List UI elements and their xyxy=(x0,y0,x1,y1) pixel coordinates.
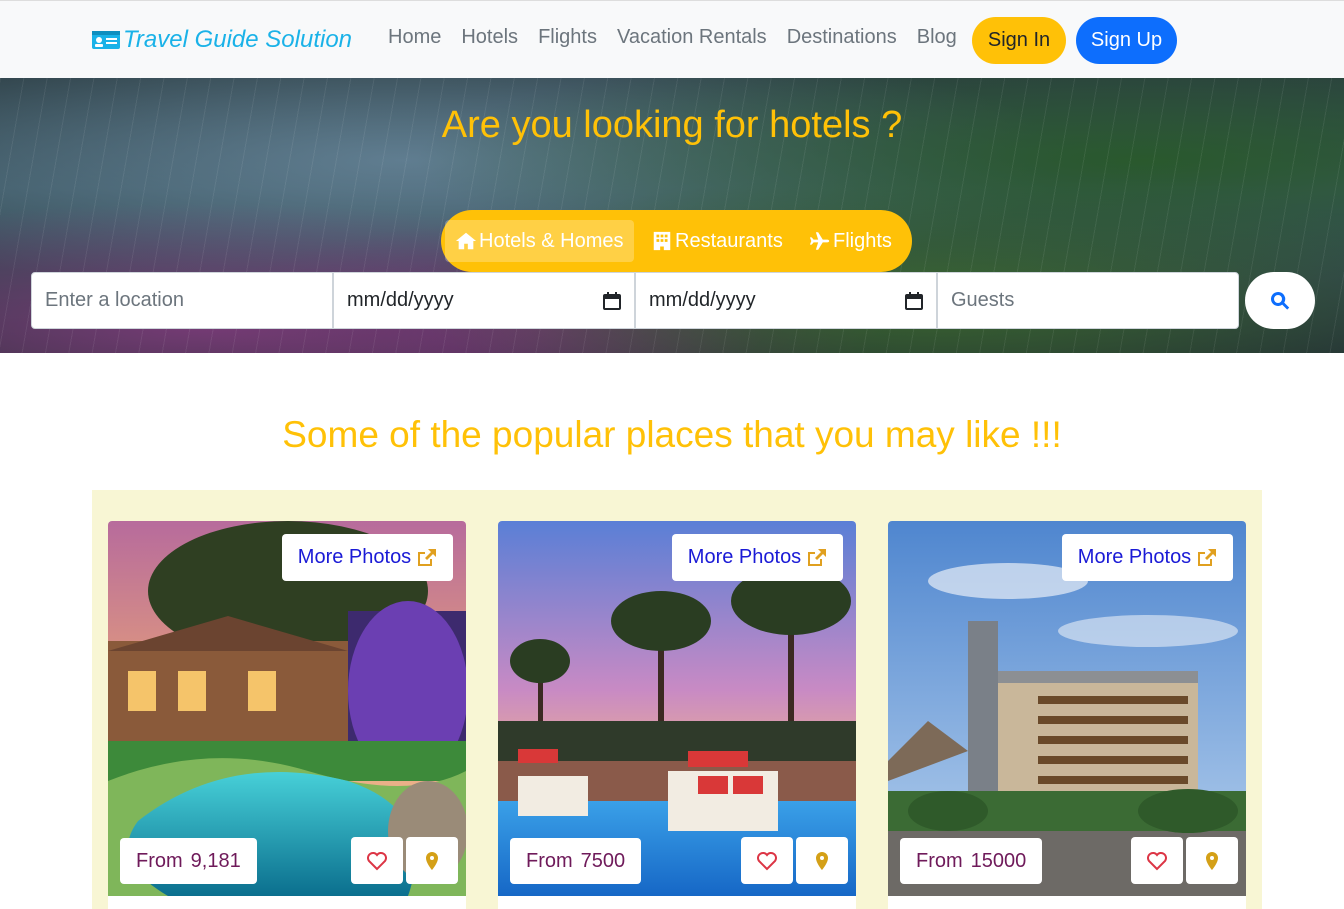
favorite-button[interactable] xyxy=(1131,837,1183,884)
search-button[interactable] xyxy=(1245,272,1315,329)
external-link-icon xyxy=(808,548,827,566)
building-icon xyxy=(653,231,671,251)
place-card[interactable]: More Photos From 9,181 xyxy=(108,521,466,909)
heart-icon xyxy=(367,851,387,870)
checkin-date-value: mm/dd/yyyy xyxy=(347,289,454,311)
id-card-icon xyxy=(92,31,120,49)
navbar: Travel Guide Solution Home Hotels Flight… xyxy=(0,0,1344,78)
hero-title: Are you looking for hotels ? xyxy=(441,104,903,146)
checkout-date-value: mm/dd/yyyy xyxy=(649,289,756,311)
map-pin-icon xyxy=(426,851,438,870)
tab-flights[interactable]: Flights xyxy=(799,220,902,262)
sign-in-button[interactable]: Sign In xyxy=(972,17,1066,64)
price-from-label: From xyxy=(526,849,573,872)
calendar-icon[interactable] xyxy=(905,291,923,310)
calendar-icon[interactable] xyxy=(603,291,621,310)
tab-label: Hotels & Homes xyxy=(479,229,624,252)
price-from-label: From xyxy=(136,849,183,872)
map-location-button[interactable] xyxy=(406,837,458,884)
heart-icon xyxy=(1147,851,1167,870)
search-form: mm/dd/yyyy mm/dd/yyyy xyxy=(31,272,1239,329)
nav-links: Home Hotels Flights Vacation Rentals Des… xyxy=(378,25,967,49)
location-input[interactable] xyxy=(45,289,319,312)
guests-field[interactable] xyxy=(937,272,1239,329)
map-location-button[interactable] xyxy=(1186,837,1238,884)
brand-name: Travel Guide Solution xyxy=(123,26,353,53)
card-body xyxy=(498,896,856,909)
popular-section-title: Some of the popular places that you may … xyxy=(282,414,1062,455)
favorite-button[interactable] xyxy=(351,837,403,884)
guests-input[interactable] xyxy=(951,289,1225,312)
place-card[interactable]: More Photos From 7500 xyxy=(498,521,856,909)
search-icon xyxy=(1271,291,1290,310)
tab-restaurants[interactable]: Restaurants xyxy=(641,220,793,262)
checkin-date-field[interactable]: mm/dd/yyyy xyxy=(333,272,635,329)
external-link-icon xyxy=(418,548,437,566)
sign-up-button[interactable]: Sign Up xyxy=(1076,17,1177,64)
heart-icon xyxy=(757,851,777,870)
price-badge: From 15000 xyxy=(900,838,1043,884)
more-photos-button[interactable]: More Photos xyxy=(1062,534,1233,581)
plane-icon xyxy=(809,232,830,250)
brand-link[interactable]: Travel Guide Solution xyxy=(91,26,352,54)
price-from-label: From xyxy=(916,849,963,872)
price-badge: From 7500 xyxy=(510,838,642,884)
nav-link-blog[interactable]: Blog xyxy=(907,25,967,49)
more-photos-label: More Photos xyxy=(1077,546,1192,568)
card-body xyxy=(888,896,1246,909)
card-body xyxy=(108,896,466,909)
nav-link-hotels[interactable]: Hotels xyxy=(451,25,528,49)
price-badge: From 9,181 xyxy=(120,838,257,884)
map-pin-icon xyxy=(816,851,828,870)
popular-cards-container: More Photos From 9,181 More Photos From … xyxy=(92,490,1262,909)
map-pin-icon xyxy=(1206,851,1218,870)
favorite-button[interactable] xyxy=(741,837,793,884)
more-photos-label: More Photos xyxy=(687,546,802,568)
home-icon xyxy=(455,232,477,250)
tab-label: Flights xyxy=(833,229,892,252)
nav-link-vacation-rentals[interactable]: Vacation Rentals xyxy=(607,25,777,49)
nav-link-destinations[interactable]: Destinations xyxy=(777,25,907,49)
nav-link-home[interactable]: Home xyxy=(378,25,451,49)
location-field[interactable] xyxy=(31,272,333,329)
more-photos-button[interactable]: More Photos xyxy=(672,534,843,581)
place-card[interactable]: More Photos From 15000 xyxy=(888,521,1246,909)
search-type-tabs: Hotels & Homes Restaurants Flights xyxy=(441,210,912,272)
price-value: 7500 xyxy=(580,849,626,872)
tab-hotels-homes[interactable]: Hotels & Homes xyxy=(445,220,634,262)
more-photos-label: More Photos xyxy=(297,546,412,568)
external-link-icon xyxy=(1198,548,1217,566)
map-location-button[interactable] xyxy=(796,837,848,884)
tab-label: Restaurants xyxy=(675,229,783,252)
more-photos-button[interactable]: More Photos xyxy=(282,534,453,581)
checkout-date-field[interactable]: mm/dd/yyyy xyxy=(635,272,937,329)
nav-link-flights[interactable]: Flights xyxy=(528,25,607,49)
hero-banner: Are you looking for hotels ? Hotels & Ho… xyxy=(0,78,1344,353)
price-value: 15000 xyxy=(970,849,1027,872)
price-value: 9,181 xyxy=(190,849,241,872)
